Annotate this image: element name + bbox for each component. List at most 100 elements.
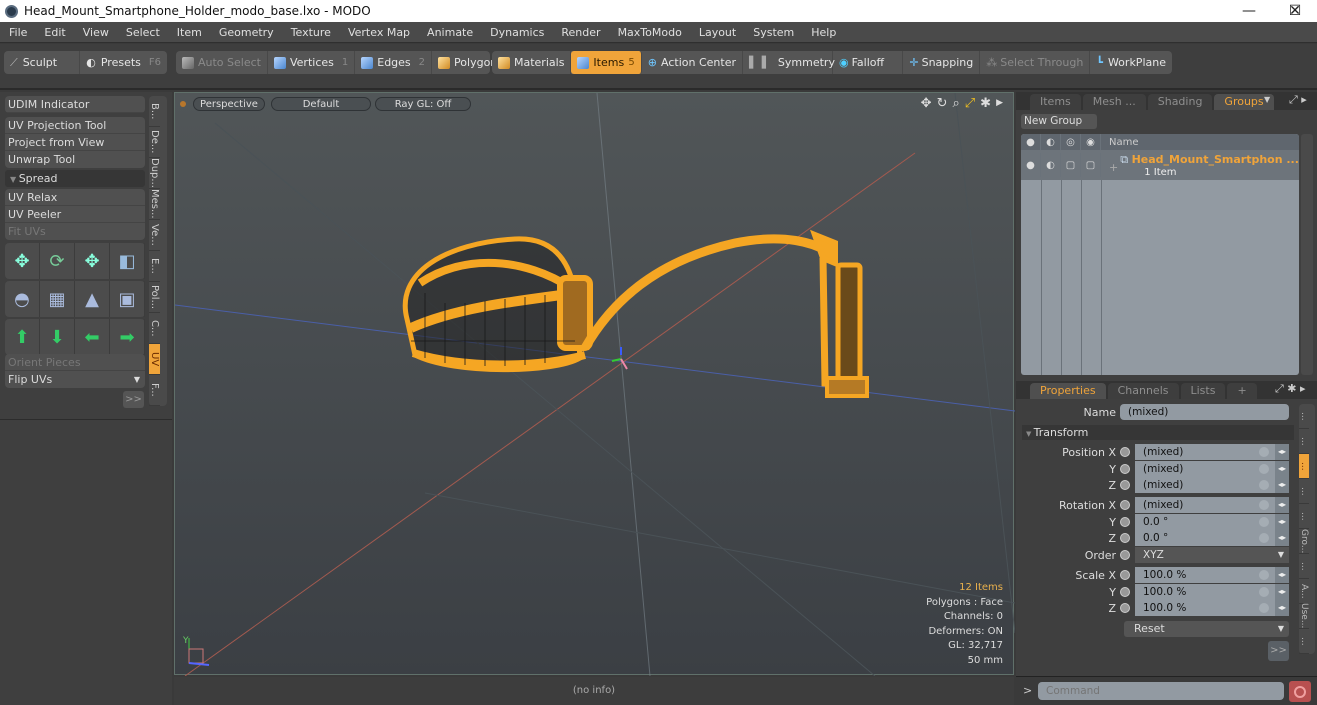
animate-key-icon[interactable] <box>1120 464 1130 474</box>
drag-value-handle[interactable]: ◂▸ <box>1275 514 1289 530</box>
drag-value-handle[interactable]: ◂▸ <box>1275 461 1289 477</box>
align-down-icon[interactable]: ⬇ <box>40 319 75 355</box>
select-through-button[interactable]: ⁂ Select Through <box>980 51 1091 74</box>
render-column-icon[interactable]: ◐ <box>1041 134 1061 150</box>
symmetry-button[interactable]: ▌▐ Symmetry <box>743 51 835 74</box>
snapping-button[interactable]: ✛ Snapping <box>903 51 981 74</box>
menu-geometry[interactable]: Geometry <box>210 26 282 39</box>
uv-peeler-button[interactable]: UV Peeler <box>5 206 145 223</box>
order-field[interactable]: XYZ ▼ <box>1135 547 1289 563</box>
menu-system[interactable]: System <box>744 26 802 39</box>
edges-button[interactable]: Edges 2 <box>355 51 433 74</box>
animate-key-icon[interactable] <box>1120 447 1130 457</box>
lock-toggle[interactable]: ▢ <box>1061 153 1081 177</box>
drag-value-handle[interactable]: ◂▸ <box>1275 567 1289 583</box>
tab-mesh[interactable]: Mesh ... <box>1082 94 1146 110</box>
left-vtab[interactable]: F... <box>149 375 160 406</box>
maximize-viewport-icon[interactable]: ⤢ <box>965 96 975 111</box>
rotate-icon[interactable]: ↻ <box>937 96 948 111</box>
menu-select[interactable]: Select <box>117 26 168 39</box>
menu-edit[interactable]: Edit <box>35 26 73 39</box>
align-right-icon[interactable]: ➡ <box>110 319 145 355</box>
animate-key-icon[interactable] <box>1120 517 1130 527</box>
command-input[interactable] <box>1038 682 1284 700</box>
group-row[interactable]: ● ◐ ▢ ▢ + ⧉ Head_Mount_Smartphon ... 1 I… <box>1021 150 1299 180</box>
right-vtab[interactable]: ... <box>1299 629 1309 654</box>
visibility-column-icon[interactable]: ● <box>1021 134 1041 150</box>
left-vtab[interactable]: C... <box>149 313 160 344</box>
spread-section-header[interactable]: ▼ Spread <box>5 170 145 187</box>
left-vtab[interactable]: UV <box>149 344 160 375</box>
raygl-dropdown[interactable]: Ray GL: Off <box>375 97 471 111</box>
animate-key-icon[interactable] <box>1120 550 1130 560</box>
lock-column-icon[interactable]: ◎ <box>1061 134 1081 150</box>
project-from-view-button[interactable]: Project from View <box>5 134 145 151</box>
settings-gear-icon[interactable]: ✱ <box>980 96 991 111</box>
position-x-field[interactable]: (mixed) ◂▸ <box>1135 444 1289 460</box>
uv-projection-tool-button[interactable]: UV Projection Tool <box>5 117 145 134</box>
udim-indicator-button[interactable]: UDIM Indicator <box>5 96 145 113</box>
uv-perspective-icon[interactable]: ▲ <box>75 281 110 317</box>
panel-maximize-icon[interactable]: ⤢ ▸ <box>1289 93 1307 107</box>
view-type-dropdown[interactable]: Perspective <box>193 97 265 111</box>
align-left-icon[interactable]: ⬅ <box>75 319 110 355</box>
menu-animate[interactable]: Animate <box>418 26 481 39</box>
right-vtab[interactable]: ... <box>1299 404 1309 429</box>
uv-cylinder-icon[interactable]: ◓ <box>5 281 40 317</box>
unwrap-tool-button[interactable]: Unwrap Tool <box>5 151 145 168</box>
menu-render[interactable]: Render <box>552 26 608 39</box>
menu-item[interactable]: Item <box>168 26 210 39</box>
minimize-button[interactable]: — <box>1226 0 1272 22</box>
select-column-icon[interactable]: ◉ <box>1081 134 1101 150</box>
left-vtab[interactable]: Mes... <box>149 189 160 220</box>
uv-planar-icon[interactable]: ▦ <box>40 281 75 317</box>
menu-help[interactable]: Help <box>802 26 844 39</box>
position-y-field[interactable]: (mixed) ◂▸ <box>1135 461 1289 477</box>
zoom-icon[interactable]: ⌕ <box>952 96 959 111</box>
right-vtab[interactable]: ... <box>1299 454 1309 479</box>
left-vtab[interactable]: B... <box>149 96 160 127</box>
name-field[interactable]: (mixed) <box>1120 404 1289 420</box>
fit-uvs-button[interactable]: Fit UVs <box>5 223 145 240</box>
scale-y-field[interactable]: 100.0 % ◂▸ <box>1135 584 1289 600</box>
drag-value-handle[interactable]: ◂▸ <box>1275 497 1289 513</box>
vertices-button[interactable]: Vertices 1 <box>268 51 356 74</box>
left-vtab[interactable]: Pol... <box>149 282 160 313</box>
scale-z-field[interactable]: 100.0 % ◂▸ <box>1135 600 1289 616</box>
right-vtab[interactable]: Use... <box>1299 603 1309 629</box>
menu-file[interactable]: File <box>0 26 35 39</box>
left-vtab[interactable]: Ve... <box>149 220 160 251</box>
align-up-icon[interactable]: ⬆ <box>5 319 40 355</box>
menu-texture[interactable]: Texture <box>282 26 339 39</box>
drag-value-handle[interactable]: ◂▸ <box>1275 600 1289 616</box>
flip-uvs-dropdown[interactable]: Flip UVs ▼ <box>5 371 145 388</box>
close-button[interactable]: ✕ <box>1272 0 1317 22</box>
tab-items[interactable]: Items <box>1030 94 1081 110</box>
animate-key-icon[interactable] <box>1120 587 1130 597</box>
more-tools-button[interactable]: >> <box>123 391 144 408</box>
tab-channels[interactable]: Channels <box>1107 383 1179 399</box>
position-z-field[interactable]: (mixed) ◂▸ <box>1135 477 1289 493</box>
groups-scrollbar[interactable] <box>1301 134 1313 375</box>
drag-value-handle[interactable]: ◂▸ <box>1275 477 1289 493</box>
animate-key-icon[interactable] <box>1120 570 1130 580</box>
right-vtab[interactable]: ... <box>1299 429 1309 454</box>
falloff-button[interactable]: ◉ Falloff <box>833 51 904 74</box>
more-properties-button[interactable]: >> <box>1268 641 1289 661</box>
add-tab-button[interactable]: + <box>1227 383 1257 399</box>
auto-select-button[interactable]: Auto Select <box>176 51 268 74</box>
uv-box-icon[interactable]: ◧ <box>110 243 145 279</box>
3d-viewport[interactable]: Y Perspective Default Ray GL: Off ✥ ↻ ⌕ … <box>174 92 1015 676</box>
animate-key-icon[interactable] <box>1120 480 1130 490</box>
rotation-x-field[interactable]: (mixed) ◂▸ <box>1135 497 1289 513</box>
right-vtab[interactable]: ... <box>1299 554 1309 579</box>
menu-vertex-map[interactable]: Vertex Map <box>339 26 418 39</box>
left-vtab[interactable]: De... <box>149 127 160 158</box>
properties-panel-icons[interactable]: ⤢ ✱ ▸ <box>1275 382 1306 396</box>
tabs-dropdown-icon[interactable]: ▼ <box>1264 95 1270 104</box>
drag-value-handle[interactable]: ◂▸ <box>1275 444 1289 460</box>
record-macro-icon[interactable] <box>1289 681 1311 702</box>
items-button[interactable]: Items 5 <box>571 51 642 74</box>
menu-maxtomodo[interactable]: MaxToModo <box>609 26 690 39</box>
tab-lists[interactable]: Lists <box>1180 383 1226 399</box>
